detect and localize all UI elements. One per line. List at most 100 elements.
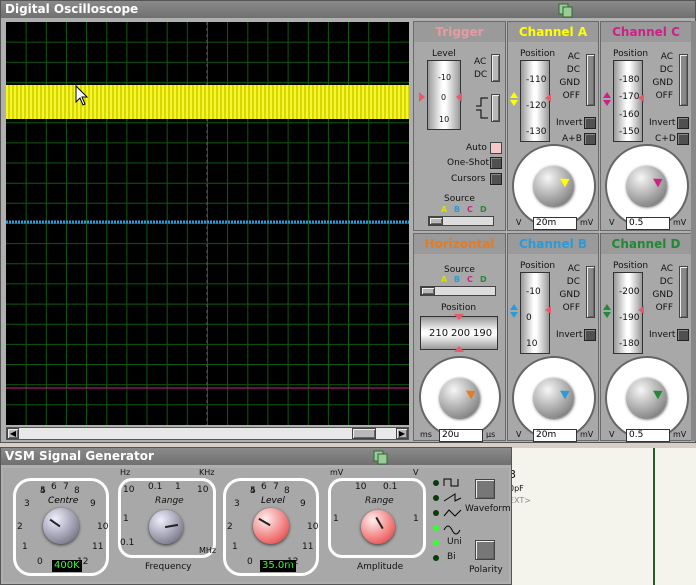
channel-c-marker-down-icon: [603, 100, 611, 106]
scroll-left-button[interactable]: ◀: [7, 428, 19, 439]
level-tick: -10: [438, 73, 452, 82]
centre-knob[interactable]: [43, 508, 79, 544]
horizontal-source-slider[interactable]: [420, 286, 496, 296]
channel-d-unit-mv: mV: [673, 430, 687, 439]
channel-b-invert-button[interactable]: [584, 329, 596, 341]
screen-scrollbar[interactable]: ◀ ▶: [6, 427, 409, 440]
centre-tick: 11: [92, 542, 104, 552]
centre-tick: 10: [97, 522, 109, 532]
centre-tick: 6: [51, 482, 57, 492]
channel-c-coupling-switch[interactable]: [679, 54, 688, 106]
sawtooth-wave-icon: [443, 493, 462, 502]
polarity-button[interactable]: [475, 540, 495, 560]
level-tick: 9: [300, 499, 306, 509]
channel-d-scale-value-field[interactable]: 0.5: [626, 429, 670, 442]
polarity-label: Polarity: [469, 565, 503, 575]
channel-d-invert-button[interactable]: [677, 329, 689, 341]
channel-a-marker-down-icon: [510, 100, 518, 106]
horizontal-position-drum[interactable]: 210 200 190: [420, 316, 498, 350]
channel-a-header: Channel A: [508, 22, 598, 42]
channel-a-invert-button[interactable]: [584, 117, 596, 129]
channel-a-scale-knob[interactable]: [534, 166, 574, 206]
channel-b-marker-down-icon: [510, 312, 518, 318]
channel-b-coupling-dc: DC: [566, 277, 580, 287]
level-tick: 7: [273, 482, 279, 492]
channel-a-position-label: Position: [520, 49, 556, 59]
channel-c-invert-button[interactable]: [677, 117, 689, 129]
horizontal-source-b: B: [454, 275, 461, 284]
centre-tick: 8: [74, 486, 80, 496]
waveform-button[interactable]: [475, 479, 495, 499]
level-label-sg: Level: [261, 496, 285, 506]
level-tick: 10: [307, 522, 319, 532]
channel-c-scale-value-field[interactable]: 0.5: [626, 217, 670, 230]
channel-c-scale-knob[interactable]: [627, 166, 667, 206]
level-tick: 12: [287, 557, 299, 567]
channel-d-invert-label: Invert: [649, 330, 676, 340]
channel-d-coupling-switch[interactable]: [679, 266, 688, 318]
channel-b-header: Channel B: [508, 234, 598, 254]
channel-a-panel: Channel A Position -110 -120 -130 AC DC GND O…: [507, 21, 599, 231]
centre-pointer: [49, 518, 61, 528]
freq-range-tick: 1: [175, 482, 181, 492]
oscilloscope-titlebar[interactable]: Digital Oscilloscope: [1, 1, 695, 18]
sine-wave-icon: [443, 525, 461, 535]
channel-b-coupling-switch[interactable]: [586, 266, 595, 318]
channel-a-scale-value-field[interactable]: 20m: [533, 217, 577, 230]
timebase-value-field[interactable]: 20u: [439, 429, 483, 442]
channel-c-coupling-ac: AC: [660, 52, 673, 62]
channel-c-position-tick: -180: [619, 75, 640, 85]
level-knob[interactable]: [253, 508, 289, 544]
amp-range-tick: 10: [355, 482, 367, 492]
trigger-header: Trigger: [414, 22, 505, 42]
trigger-source-thumb[interactable]: [429, 217, 443, 225]
unit-khz: KHz: [199, 468, 215, 477]
schematic-text-3: EXT>: [509, 496, 531, 505]
freq-range-knob[interactable]: [149, 510, 183, 544]
horizontal-source-label: Source: [444, 265, 475, 275]
horizontal-panel: Horizontal Source A B C D Position 210 2…: [413, 233, 506, 442]
one-shot-label: One-Shot: [447, 158, 490, 168]
unit-v: V: [413, 468, 419, 477]
auto-button[interactable]: [490, 142, 502, 154]
channel-a-coupling-switch[interactable]: [586, 54, 595, 106]
channel-b-scale-knob[interactable]: [534, 378, 574, 418]
cursors-button[interactable]: [490, 173, 502, 185]
horizontal-source-thumb[interactable]: [421, 287, 435, 295]
trigger-source-c: C: [467, 205, 473, 214]
freq-range-tick: 10: [197, 485, 209, 495]
schematic-area: 3 0pF EXT>: [505, 448, 696, 585]
channel-b-marker-up-icon: [510, 304, 518, 310]
horizontal-source-d: D: [480, 275, 487, 284]
channel-b-scale-value-field[interactable]: 20m: [533, 429, 577, 442]
channel-c-combine-button[interactable]: [677, 133, 689, 145]
scope-screen: [6, 22, 409, 425]
centre-tick: 7: [63, 482, 69, 492]
channel-d-marker-up-icon: [603, 304, 611, 310]
copy-icon[interactable]: [558, 3, 573, 18]
channel-a-coupling-gnd: GND: [559, 78, 580, 88]
channel-b-coupling-off: OFF: [562, 303, 580, 313]
unit-mv: mV: [330, 468, 344, 477]
centre-tick: 2: [17, 522, 23, 532]
channel-a-combine-button[interactable]: [584, 133, 596, 145]
trigger-ac-label: AC: [474, 57, 487, 67]
siggen-copy-icon[interactable]: [373, 450, 388, 465]
channel-d-scale-pointer-icon: [653, 386, 665, 400]
channel-c-panel: Channel C Position -180 -170 -160 -150 AC DC…: [600, 21, 692, 231]
timebase-knob[interactable]: [440, 378, 480, 418]
oscilloscope-title: Digital Oscilloscope: [5, 2, 139, 16]
one-shot-button[interactable]: [490, 157, 502, 169]
trigger-source-label: Source: [444, 194, 475, 204]
trigger-edge-switch[interactable]: [491, 94, 500, 122]
siggen-titlebar[interactable]: VSM Signal Generator: [1, 448, 511, 465]
siggen-title: VSM Signal Generator: [5, 449, 154, 463]
amp-range-knob[interactable]: [361, 510, 395, 544]
channel-a-trace: [6, 85, 409, 119]
trigger-source-slider[interactable]: [428, 216, 494, 226]
centre-tick: 3: [24, 499, 30, 509]
trigger-coupling-switch[interactable]: [491, 54, 500, 82]
scroll-right-button[interactable]: ▶: [396, 428, 408, 439]
scroll-thumb[interactable]: [352, 428, 376, 439]
channel-d-scale-knob[interactable]: [627, 378, 667, 418]
